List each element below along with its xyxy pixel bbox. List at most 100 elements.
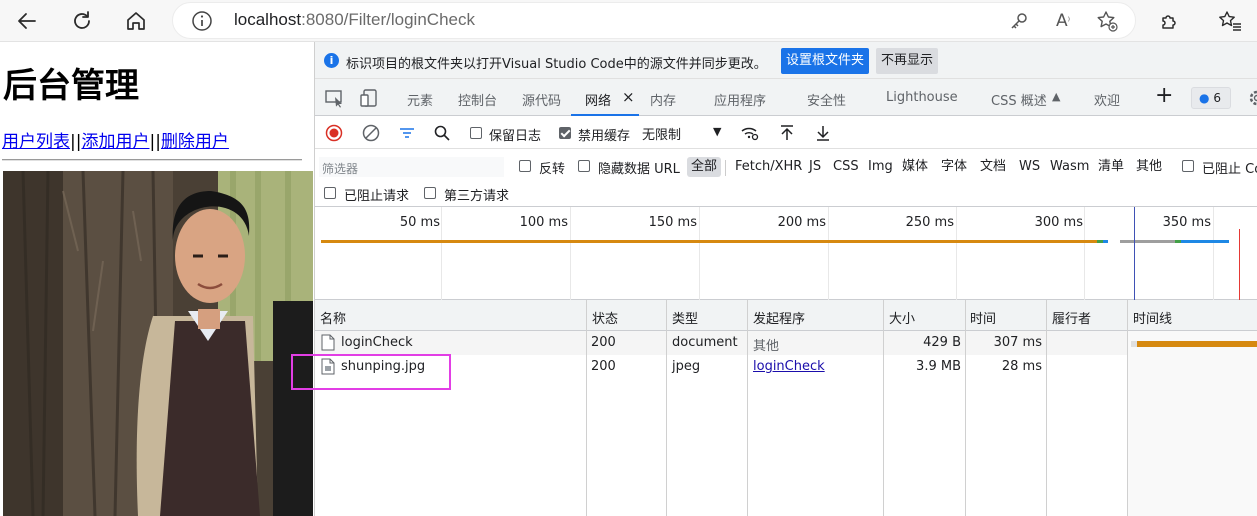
invert-label: 反转 [539,162,566,177]
add-user-link[interactable]: 添加用户 [81,132,149,152]
more-tabs-plus-icon[interactable]: + [1155,83,1173,108]
tab-css-overview[interactable]: CSS 概述 [991,90,1047,109]
address-bar[interactable]: localhost:8080/Filter/loginCheck A ⁾ [172,2,1136,39]
blocked-requests-label: 已阻止请求 [344,189,410,204]
table-row[interactable]: loginCheck 200 document 其他 429 B 307 ms [315,331,1127,355]
type-filter-other[interactable]: 其他 [1136,157,1162,177]
type-filter-wasm[interactable]: Wasm [1050,157,1089,177]
network-conditions-button[interactable] [740,123,760,143]
column-header-size[interactable]: 大小 [889,308,915,327]
tab-elements[interactable]: 元素 [407,90,433,109]
tab-console[interactable]: 控制台 [458,90,497,109]
blocked-cookies-checkbox[interactable] [1182,160,1194,172]
type-filter-manifest[interactable]: 清单 [1098,157,1124,177]
tab-sources[interactable]: 源代码 [522,90,561,109]
disable-cache-checkbox[interactable] [559,127,571,139]
column-header-time[interactable]: 时间 [970,308,996,327]
timeline-overview[interactable]: 50 ms 100 ms 150 ms 200 ms 250 ms 300 ms… [315,207,1257,300]
type-filter-fetch-xhr[interactable]: Fetch/XHR [735,157,802,177]
tab-security[interactable]: 安全性 [807,90,846,109]
refresh-icon [74,11,90,29]
issues-badge[interactable]: ● 6 [1191,87,1231,109]
type-filter-js[interactable]: JS [809,157,821,177]
overview-gridline [956,207,957,300]
extensions-button[interactable] [1154,5,1186,37]
issues-count: 6 [1213,91,1221,105]
set-root-folder-button[interactable]: 设置根文件夹 [781,48,870,74]
home-button[interactable] [120,5,152,37]
filter-icon [400,128,414,138]
tab-lighthouse[interactable]: Lighthouse [886,90,958,105]
filter-separator [725,160,726,176]
column-divider [1127,300,1128,516]
overview-tick-label: 250 ms [905,215,954,230]
device-toolbar-icon[interactable] [360,88,382,108]
throttling-select[interactable]: 无限制 ▼ [642,124,728,144]
delete-user-link[interactable]: 删除用户 [161,132,229,152]
type-filter-doc[interactable]: 文档 [980,157,1006,177]
column-header-waterfall[interactable]: 时间线 [1133,308,1172,327]
overview-gridline [1084,207,1085,300]
settings-gear-icon[interactable] [1246,88,1257,108]
third-party-label: 第三方请求 [444,189,510,204]
filter-input[interactable]: 筛选器 [319,157,504,177]
add-favorite-icon[interactable] [1095,10,1119,32]
overview-gridline [1213,207,1214,300]
user-list-link[interactable]: 用户列表 [2,132,70,152]
column-header-fulfilled-by[interactable]: 履行者 [1052,308,1091,327]
hide-data-urls-checkbox[interactable] [578,160,590,172]
clear-button[interactable] [361,123,381,143]
overview-tick-label: 50 ms [399,215,440,230]
type-filter-img[interactable]: Img [868,157,893,177]
record-icon [325,124,343,142]
column-header-initiator[interactable]: 发起程序 [753,308,805,327]
close-tab-icon[interactable]: × [622,88,635,106]
load-event-line [1239,229,1240,300]
tab-welcome[interactable]: 欢迎 [1094,90,1120,109]
tab-memory[interactable]: 内存 [650,90,676,109]
export-har-button[interactable] [813,123,833,143]
url-text[interactable]: localhost:8080/Filter/loginCheck [234,10,475,30]
request-status: 200 [591,335,616,350]
type-filter-css[interactable]: CSS [833,157,859,177]
request-initiator-link[interactable]: loginCheck [753,359,825,374]
upload-icon [781,125,793,140]
column-header-status[interactable]: 状态 [592,308,618,327]
preserve-log-label: 保留日志 [489,129,542,144]
read-aloud-icon[interactable]: A ⁾ [1051,10,1075,32]
throttling-value: 无限制 [642,128,682,143]
type-filter-media[interactable]: 媒体 [902,157,928,177]
filter-toggle-button[interactable] [397,123,417,143]
initiator-link[interactable]: loginCheck [753,359,825,374]
request-name[interactable]: loginCheck [341,335,413,350]
site-info-icon[interactable] [191,10,213,36]
search-icon [434,125,450,141]
search-button[interactable] [432,123,452,143]
third-party-checkbox[interactable] [424,187,436,199]
key-icon[interactable] [1007,10,1031,32]
tab-application[interactable]: 应用程序 [714,90,766,109]
invert-checkbox[interactable] [519,160,531,172]
preserve-log-checkbox[interactable] [470,127,482,139]
back-button[interactable] [11,5,43,37]
experiment-flask-icon: ▲ [1052,90,1061,103]
favorites-button[interactable] [1214,5,1246,37]
type-filter-all[interactable]: 全部 [687,157,722,177]
column-divider [747,300,748,516]
dont-show-again-button[interactable]: 不再显示 [876,48,939,74]
overview-gridline [570,207,571,300]
inspect-element-icon[interactable] [324,88,346,108]
type-filter-font[interactable]: 字体 [941,157,967,177]
tab-network[interactable]: 网络 [585,90,611,109]
blocked-requests-checkbox[interactable] [324,187,336,199]
devtools-tabbar: 元素 控制台 源代码 网络 × 内存 应用程序 安全性 Lighthouse C… [315,79,1257,116]
refresh-button[interactable] [66,5,98,37]
column-header-type[interactable]: 类型 [672,308,698,327]
import-har-button[interactable] [777,123,797,143]
request-type: jpeg [672,359,701,374]
type-filter-ws[interactable]: WS [1019,157,1040,177]
record-stop-button[interactable] [324,123,344,143]
overview-tick-label: 200 ms [777,215,826,230]
column-header-name[interactable]: 名称 [320,308,346,327]
request-size: 429 B [923,335,961,350]
